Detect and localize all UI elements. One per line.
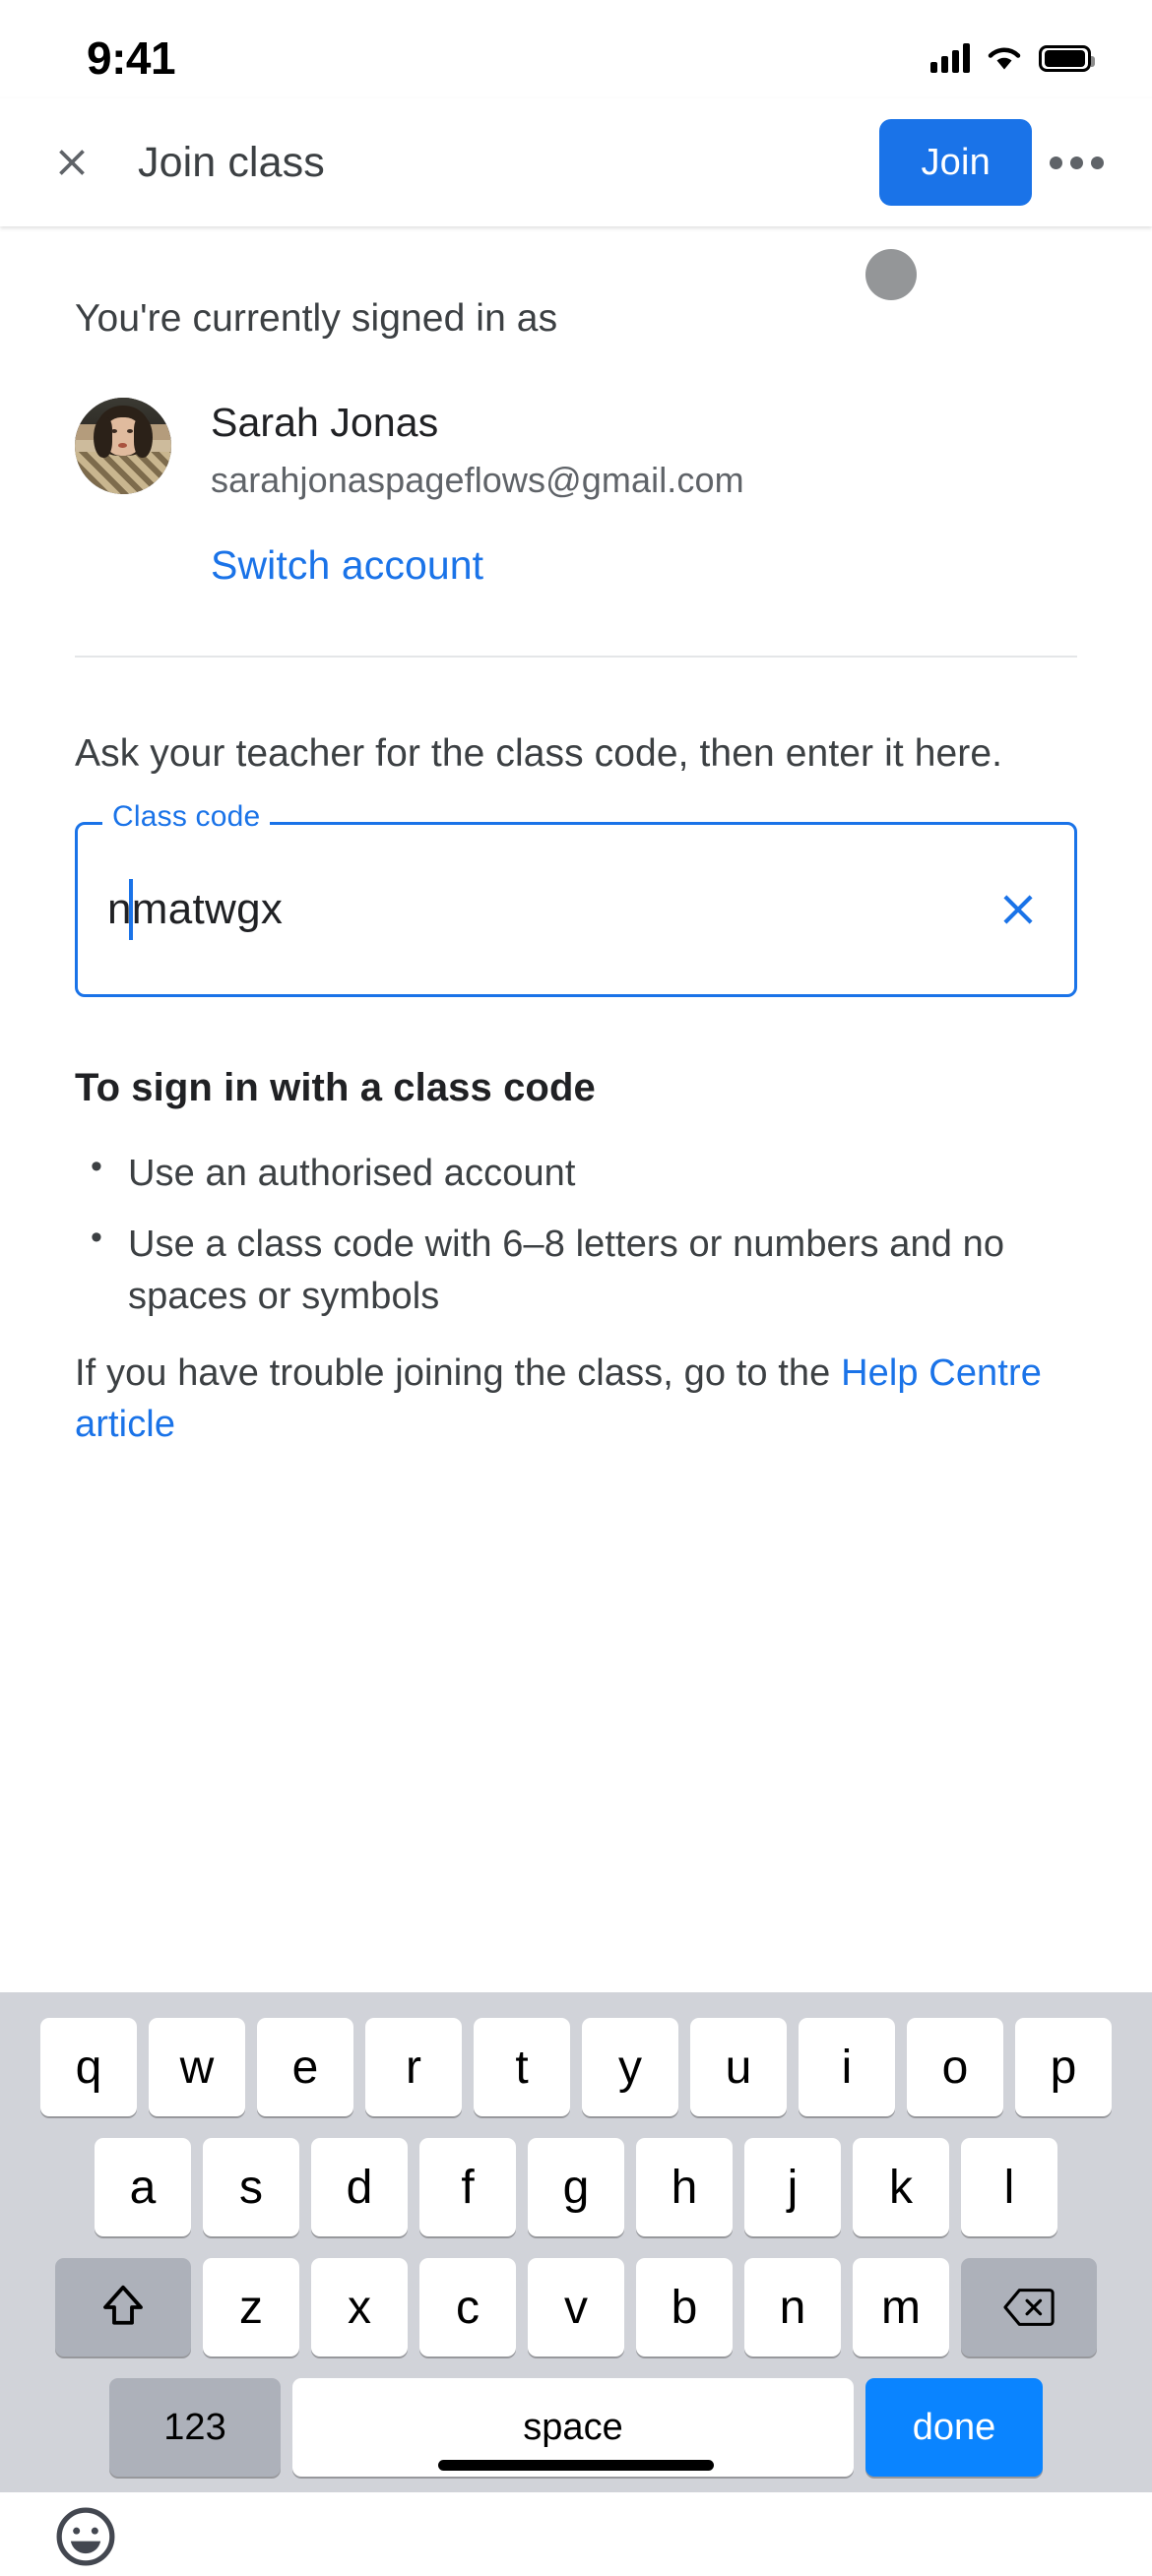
- done-key[interactable]: done: [865, 2378, 1043, 2477]
- key-k[interactable]: k: [853, 2138, 949, 2236]
- emoji-row: [0, 2477, 1152, 2576]
- wifi-icon: [987, 44, 1022, 72]
- class-code-text: nmatwgx: [107, 884, 284, 933]
- key-d[interactable]: d: [311, 2138, 408, 2236]
- on-screen-keyboard: q w e r t y u i o p a s d f g h j k l z …: [0, 1992, 1152, 2566]
- key-v[interactable]: v: [528, 2258, 624, 2356]
- key-l[interactable]: l: [961, 2138, 1057, 2236]
- key-z[interactable]: z: [203, 2258, 299, 2356]
- key-y[interactable]: y: [582, 2018, 678, 2116]
- backspace-icon[interactable]: [961, 2258, 1097, 2356]
- key-u[interactable]: u: [690, 2018, 787, 2116]
- close-icon[interactable]: [32, 122, 112, 203]
- help-section-title: To sign in with a class code: [75, 1065, 596, 1109]
- class-code-label: Class code: [102, 799, 271, 834]
- key-m[interactable]: m: [853, 2258, 949, 2356]
- ask-teacher-text: Ask your teacher for the class code, the…: [75, 732, 1003, 775]
- key-f[interactable]: f: [419, 2138, 516, 2236]
- numbers-key[interactable]: 123: [109, 2378, 281, 2477]
- avatar: [75, 398, 171, 494]
- keyboard-row-2: a s d f g h j k l: [0, 2116, 1152, 2236]
- emoji-icon[interactable]: [51, 2502, 120, 2576]
- key-o[interactable]: o: [907, 2018, 1003, 2116]
- join-button[interactable]: Join: [879, 119, 1032, 206]
- key-g[interactable]: g: [528, 2138, 624, 2236]
- key-x[interactable]: x: [311, 2258, 408, 2356]
- cellular-signal-icon: [930, 43, 970, 73]
- list-item: Use an authorised account: [75, 1144, 1077, 1199]
- key-e[interactable]: e: [257, 2018, 353, 2116]
- class-code-field-wrap: Class code nmatwgx: [75, 799, 1077, 997]
- overflow-menu-icon[interactable]: [1032, 122, 1120, 203]
- key-i[interactable]: i: [799, 2018, 895, 2116]
- account-email: sarahjonaspageflows@gmail.com: [211, 460, 744, 500]
- key-a[interactable]: a: [95, 2138, 191, 2236]
- key-w[interactable]: w: [149, 2018, 245, 2116]
- class-code-input[interactable]: nmatwgx: [75, 821, 1077, 997]
- main-content: You're currently signed in as Sarah Jona…: [0, 226, 1152, 1604]
- clear-icon[interactable]: [990, 881, 1047, 938]
- key-p[interactable]: p: [1015, 2018, 1112, 2116]
- help-bullet-list: Use an authorised account Use a class co…: [75, 1144, 1077, 1322]
- battery-icon: [1039, 44, 1095, 72]
- account-text: Sarah Jonas sarahjonaspageflows@gmail.co…: [211, 398, 744, 501]
- key-r[interactable]: r: [365, 2018, 462, 2116]
- keyboard-row-1: q w e r t y u i o p: [0, 1992, 1152, 2116]
- shift-icon[interactable]: [55, 2258, 191, 2356]
- list-item: Use a class code with 6–8 letters or num…: [75, 1215, 1077, 1322]
- trouble-text: If you have trouble joining the class, g…: [75, 1348, 1077, 1451]
- app-bar: Join class Join: [0, 98, 1152, 226]
- key-t[interactable]: t: [474, 2018, 570, 2116]
- key-b[interactable]: b: [636, 2258, 733, 2356]
- key-j[interactable]: j: [744, 2138, 841, 2236]
- text-caret: [129, 878, 133, 940]
- trouble-prefix: If you have trouble joining the class, g…: [75, 1351, 842, 1394]
- key-s[interactable]: s: [203, 2138, 299, 2236]
- status-time: 9:41: [87, 32, 176, 84]
- signed-in-label: You're currently signed in as: [75, 297, 558, 340]
- home-indicator: [438, 2460, 714, 2471]
- status-bar: 9:41: [0, 0, 1152, 98]
- keyboard-row-4: 123 space done: [0, 2356, 1152, 2477]
- key-q[interactable]: q: [40, 2018, 137, 2116]
- page-title: Join class: [138, 138, 325, 186]
- switch-account-link[interactable]: Switch account: [211, 542, 1077, 589]
- account-name: Sarah Jonas: [211, 400, 439, 445]
- divider: [75, 656, 1077, 658]
- key-n[interactable]: n: [744, 2258, 841, 2356]
- key-c[interactable]: c: [419, 2258, 516, 2356]
- keyboard-row-3: z x c v b n m: [0, 2236, 1152, 2356]
- touch-cursor-indicator: [865, 249, 917, 300]
- key-h[interactable]: h: [636, 2138, 733, 2236]
- account-row: Sarah Jonas sarahjonaspageflows@gmail.co…: [75, 398, 1077, 501]
- status-icons: [930, 43, 1095, 73]
- class-code-value[interactable]: nmatwgx: [107, 878, 990, 940]
